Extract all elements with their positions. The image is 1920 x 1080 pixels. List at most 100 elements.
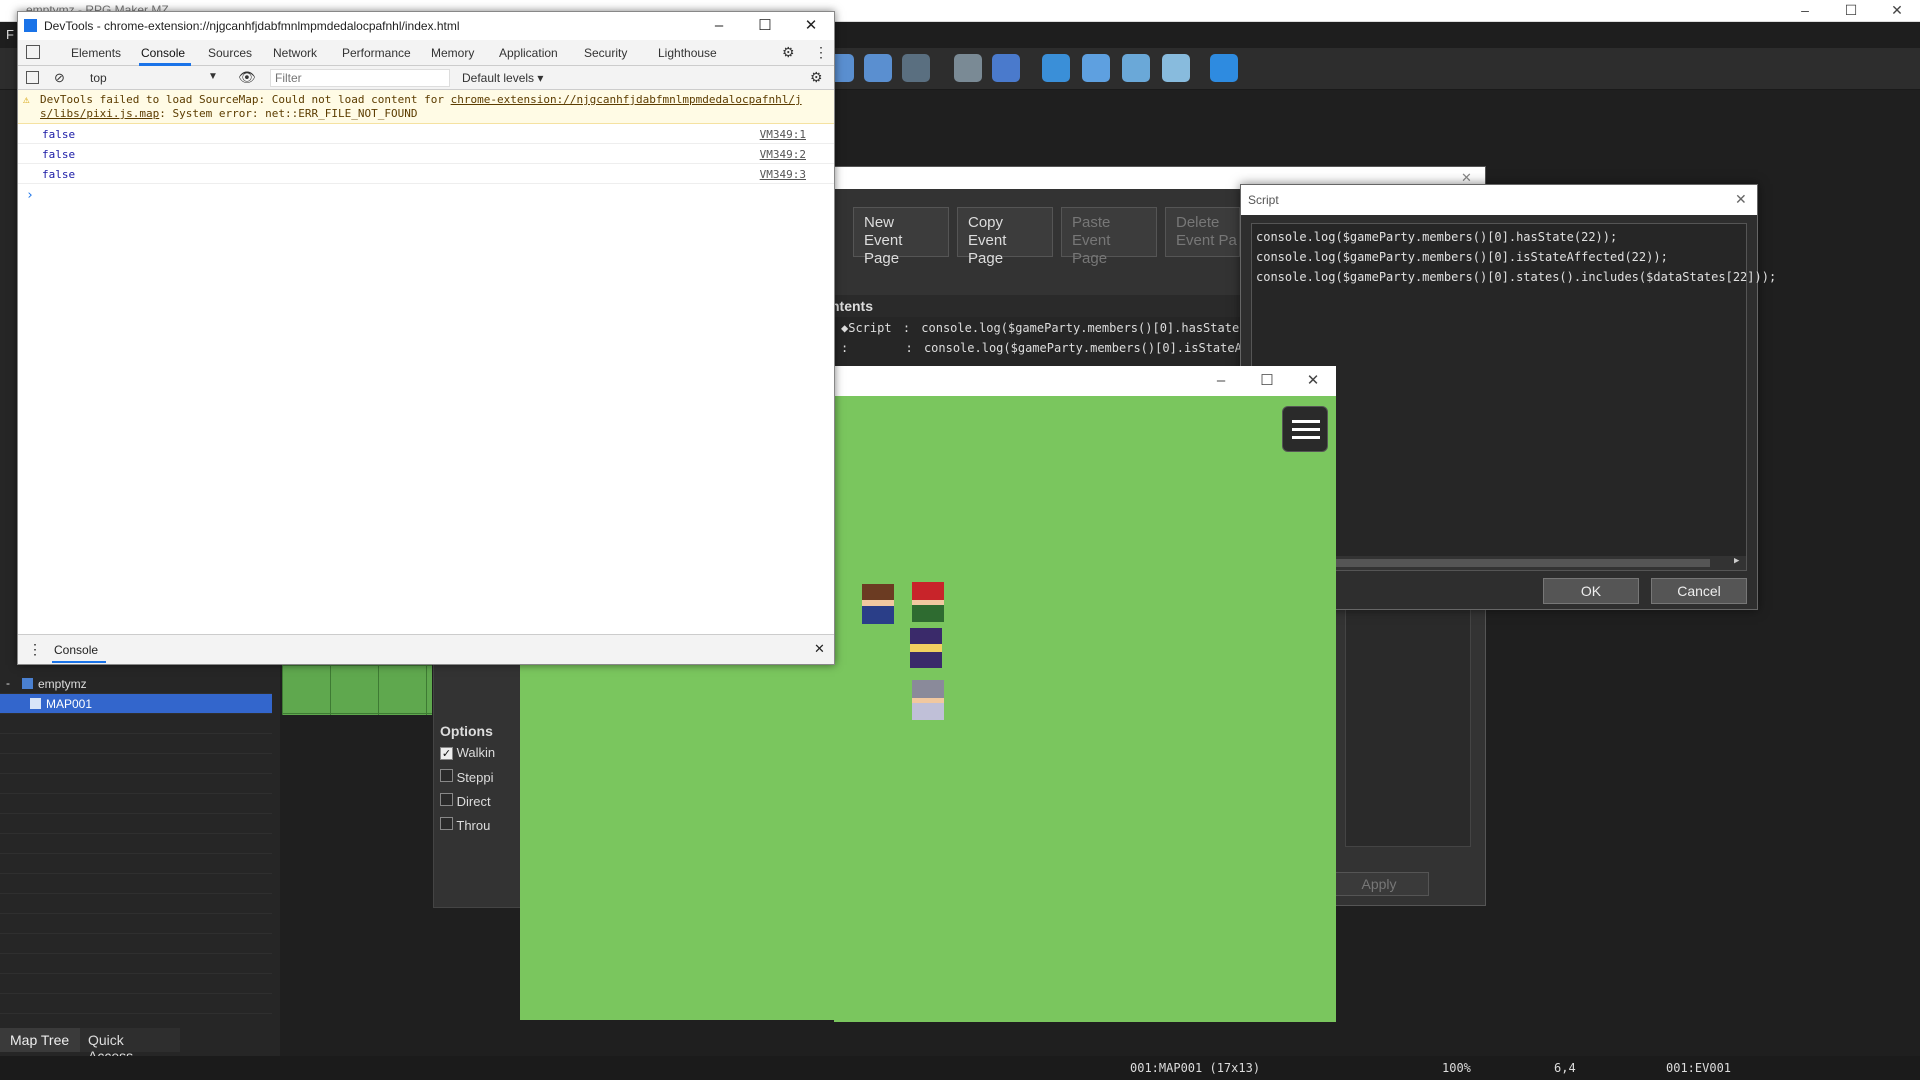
menu-file[interactable]: F xyxy=(6,27,14,42)
menu-icon[interactable] xyxy=(1282,406,1328,452)
more-options-icon[interactable]: ⋮ xyxy=(814,44,828,61)
game-view[interactable] xyxy=(834,396,1336,1022)
tree-empty-row xyxy=(0,774,272,794)
source-link[interactable]: VM349:1 xyxy=(760,128,806,141)
database-icon[interactable] xyxy=(954,54,982,82)
checkbox-icon[interactable] xyxy=(440,793,453,806)
close-icon[interactable]: ✕ xyxy=(1735,191,1747,208)
option-stepping[interactable]: Steppi xyxy=(440,769,494,785)
console-log-row: false VM349:2 xyxy=(18,144,834,164)
minimize-icon[interactable]: – xyxy=(1782,0,1828,22)
plugin-manager-icon[interactable] xyxy=(992,54,1020,82)
eye-icon[interactable]: 👁 xyxy=(238,69,256,86)
tree-empty-row xyxy=(0,914,272,934)
option-walking[interactable]: ✓ Walkin xyxy=(440,745,495,760)
drawer-tab-indicator xyxy=(52,661,106,663)
script-dialog-titlebar: Script ✕ xyxy=(1241,185,1757,215)
console-log-row: false VM349:3 xyxy=(18,164,834,184)
checkbox-icon[interactable] xyxy=(440,817,453,830)
event-searcher-icon[interactable] xyxy=(1082,54,1110,82)
tree-empty-row xyxy=(0,934,272,954)
map-tiles-bottom[interactable] xyxy=(282,665,432,715)
close-drawer-icon[interactable]: ✕ xyxy=(814,641,825,657)
option-through[interactable]: Throu xyxy=(440,817,490,833)
map-icon xyxy=(30,698,41,709)
contents-row[interactable]: : : console.log($gameParty.members()[0].… xyxy=(841,341,1243,355)
tree-empty-row xyxy=(0,954,272,974)
ok-button[interactable]: OK xyxy=(1543,578,1639,604)
delete-event-page-button[interactable]: Delete Event Pa xyxy=(1165,207,1240,257)
zoom-actual-icon[interactable] xyxy=(902,54,930,82)
source-link[interactable]: VM349:2 xyxy=(760,148,806,161)
console-prompt[interactable]: › xyxy=(26,188,34,203)
tab-network[interactable]: Network xyxy=(273,46,317,60)
copy-event-page-button[interactable]: Copy Event Page xyxy=(957,207,1053,267)
console-output[interactable]: ⚠ DevTools failed to load SourceMap: Cou… xyxy=(18,90,834,650)
filter-input[interactable] xyxy=(270,69,450,87)
resource-manager-icon[interactable] xyxy=(1122,54,1150,82)
tab-lighthouse[interactable]: Lighthouse xyxy=(658,46,717,60)
maximize-icon[interactable]: ☐ xyxy=(1244,369,1290,393)
hero-sprite-icon xyxy=(862,584,894,624)
close-icon[interactable]: ✕ xyxy=(788,14,834,38)
scroll-right-icon[interactable]: ▶ xyxy=(1734,556,1739,566)
tab-console[interactable]: Console xyxy=(141,46,185,60)
sourcemap-link-cont[interactable]: s/libs/pixi.js.map xyxy=(40,107,159,120)
checkbox-icon[interactable] xyxy=(440,769,453,782)
tree-item-map001[interactable]: MAP001 xyxy=(0,694,272,714)
minimize-icon[interactable]: – xyxy=(1198,369,1244,393)
drawer-tab-console[interactable]: Console xyxy=(54,643,98,657)
mage-sprite-icon xyxy=(910,628,942,668)
tree-empty-row xyxy=(0,874,272,894)
minimize-icon[interactable]: – xyxy=(696,14,742,38)
tab-map-tree[interactable]: Map Tree xyxy=(0,1028,80,1052)
tree-empty-row xyxy=(0,834,272,854)
tree-empty-row xyxy=(0,994,272,1014)
tab-elements[interactable]: Elements xyxy=(71,46,121,60)
tree-item-project[interactable]: - emptymz xyxy=(0,674,272,694)
maximize-icon[interactable]: ☐ xyxy=(742,14,788,38)
source-link[interactable]: VM349:3 xyxy=(760,168,806,181)
sidebar-toggle-icon[interactable] xyxy=(26,71,39,84)
tree-empty-row xyxy=(0,814,272,834)
zoom-out-icon[interactable] xyxy=(864,54,892,82)
tab-security[interactable]: Security xyxy=(584,46,627,60)
character-generator-icon[interactable] xyxy=(1162,54,1190,82)
devtools-tabbar: Elements Console Sources Network Perform… xyxy=(18,40,834,66)
playtest-icon[interactable] xyxy=(1210,54,1238,82)
apply-button[interactable]: Apply xyxy=(1329,872,1429,896)
devtools-window: DevTools - chrome-extension://njgcanhfjd… xyxy=(17,11,835,665)
tab-memory[interactable]: Memory xyxy=(431,46,474,60)
cleric-sprite-icon xyxy=(912,680,944,720)
tab-performance[interactable]: Performance xyxy=(342,46,411,60)
checkbox-checked-icon[interactable]: ✓ xyxy=(440,747,453,760)
contents-list[interactable]: ◆Script : console.log($gameParty.members… xyxy=(829,317,1243,373)
drawer-menu-icon[interactable]: ⋮ xyxy=(28,641,42,658)
context-select[interactable]: top ▼ xyxy=(90,71,230,87)
clear-console-icon[interactable]: ⊘ xyxy=(54,70,65,86)
close-icon[interactable]: ✕ xyxy=(1874,0,1920,22)
sourcemap-link[interactable]: chrome-extension://njgcanhfjdabfmnlmpmde… xyxy=(451,93,802,106)
option-direction-fix[interactable]: Direct xyxy=(440,793,491,809)
devtools-app-icon xyxy=(24,19,37,32)
inspect-element-icon[interactable] xyxy=(26,45,40,59)
paste-event-page-button[interactable]: Paste Event Page xyxy=(1061,207,1157,267)
console-warning: ⚠ DevTools failed to load SourceMap: Cou… xyxy=(18,90,834,124)
script-dialog-title: Script xyxy=(1248,193,1279,207)
tree-empty-row xyxy=(0,734,272,754)
contents-row[interactable]: ◆Script : console.log($gameParty.members… xyxy=(841,321,1243,335)
console-log-row: false VM349:1 xyxy=(18,124,834,144)
new-event-page-button[interactable]: New Event Page xyxy=(853,207,949,267)
tab-quick-access[interactable]: Quick Access xyxy=(80,1028,180,1064)
log-levels-dropdown[interactable]: Default levels ▾ xyxy=(462,71,543,85)
tab-application[interactable]: Application xyxy=(499,46,558,60)
sound-test-icon[interactable] xyxy=(1042,54,1070,82)
maximize-icon[interactable]: ☐ xyxy=(1828,0,1874,22)
settings-icon[interactable]: ⚙ xyxy=(782,44,795,61)
playtest-titlebar: – ☐ ✕ xyxy=(834,366,1336,396)
tab-sources[interactable]: Sources xyxy=(208,46,252,60)
cancel-button[interactable]: Cancel xyxy=(1651,578,1747,604)
console-settings-icon[interactable]: ⚙ xyxy=(810,69,823,86)
options-heading: Options xyxy=(440,723,493,739)
close-icon[interactable]: ✕ xyxy=(1290,369,1336,393)
